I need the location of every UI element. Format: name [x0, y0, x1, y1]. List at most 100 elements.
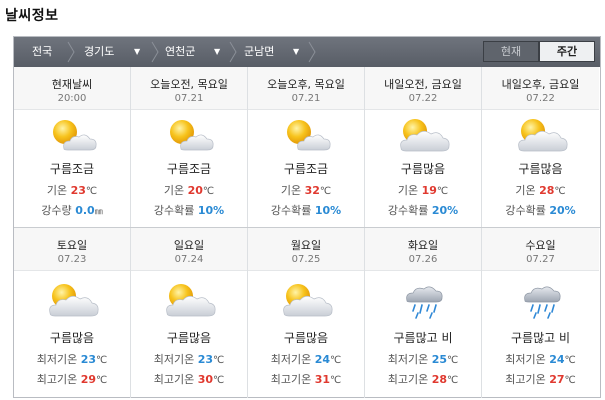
temperature-unit: ℃ — [96, 355, 108, 366]
precipitation-line: 강수확률 10% — [248, 202, 364, 218]
forecast-period-label: 일요일 — [173, 239, 205, 252]
temperature-unit: ℃ — [554, 186, 566, 197]
temperature-unit: ℃ — [330, 375, 342, 386]
mostly-cloudy-icon — [161, 280, 217, 320]
location-bar: 전국 경기도 ▼ 연천군 ▼ 군남면 ▼ 현재 주간 — [14, 37, 600, 67]
temperature-value: 19 — [421, 184, 437, 197]
temperature-unit: ℃ — [319, 186, 332, 197]
forecast-period-label: 내일오후, 금요일 — [501, 78, 580, 91]
partly-cloudy-icon — [161, 115, 217, 155]
temperature-label: 기온 — [515, 184, 536, 197]
forecast-period-label: 현재날씨 — [51, 78, 93, 91]
max-temperature-value: 30 — [197, 373, 214, 386]
forecast-date: 07.22 — [408, 93, 438, 104]
forecast-cell: 내일오후, 금요일 07.22 구름많음기온 28℃ 강수확률 20% — [482, 67, 599, 227]
forecast-cell-header: 수요일 07.27 — [482, 228, 599, 271]
temperature-label: 기온 — [163, 184, 185, 197]
temperature-line: 기온 32℃ — [248, 182, 364, 198]
temperature-line: 기온 23℃ — [14, 182, 130, 198]
chevron-down-icon[interactable]: ▼ — [293, 37, 299, 67]
min-temperature-label: 최저기온 — [36, 353, 78, 366]
breadcrumb-separator-icon — [67, 41, 75, 63]
forecast-cell: 오늘오전, 목요일 07.21 구름조금 기온 20℃ 강수확률 10% — [131, 67, 248, 227]
breadcrumb-township[interactable]: 군남면 — [244, 37, 274, 67]
max-temperature-line: 최고기온 31℃ — [248, 371, 364, 387]
mostly-cloudy-icon — [513, 115, 569, 155]
weather-description: 구름많음 — [518, 162, 563, 176]
temperature-unit: ℃ — [330, 355, 342, 366]
forecast-cell-header: 현재날씨 20:00 — [14, 67, 130, 110]
precipitation-label: 강수량 — [41, 204, 72, 217]
forecast-date: 07.22 — [526, 93, 555, 104]
max-temperature-value: 28 — [431, 373, 448, 386]
cloudy-rain-icon — [395, 280, 451, 320]
forecast-cell: 수요일 07.27 구름많고 비최저기온 24℃ 최고기온 27℃ — [482, 228, 599, 398]
temperature-unit: ℃ — [564, 355, 576, 366]
precipitation-line: 강수확률 20% — [482, 202, 599, 218]
breadcrumb-county[interactable]: 연천군 — [165, 37, 195, 67]
forecast-period-label: 수요일 — [525, 239, 556, 252]
breadcrumb-nationwide[interactable]: 전국 — [32, 37, 52, 67]
breadcrumb-separator-icon — [229, 41, 237, 63]
short-term-forecast-row: 현재날씨 20:00 구름조금기온 23℃ 강수량 0.0㎜ 오늘오전, 목요일 07.2… — [14, 67, 600, 227]
forecast-cell-header: 토요일 07.23 — [14, 228, 130, 271]
chevron-down-icon[interactable]: ▼ — [214, 37, 220, 67]
mostly-cloudy-icon — [278, 280, 334, 320]
min-temperature-line: 최저기온 24℃ — [248, 351, 364, 367]
forecast-period-label: 오늘오후, 목요일 — [267, 78, 345, 91]
forecast-cell-header: 내일오후, 금요일 07.22 — [482, 67, 599, 110]
weather-description: 구름많음 — [49, 331, 95, 345]
tab-current[interactable]: 현재 — [483, 41, 539, 62]
max-temperature-line: 최고기온 27℃ — [482, 371, 599, 387]
max-temperature-value: 27 — [549, 373, 565, 386]
weather-description: 구름많고 비 — [510, 331, 570, 345]
temperature-value: 32 — [304, 184, 320, 197]
weather-description: 구름많고 비 — [393, 331, 453, 345]
precipitation-unit: ㎜ — [94, 207, 103, 216]
weather-description: 구름많음 — [400, 162, 446, 176]
weather-description: 구름조금 — [166, 162, 212, 176]
weather-description: 구름조금 — [283, 162, 329, 176]
mostly-cloudy-icon — [44, 280, 100, 320]
min-temperature-line: 최저기온 25℃ — [365, 351, 481, 367]
temperature-label: 기온 — [397, 184, 419, 197]
weekly-forecast-row: 토요일 07.23 구름많음 최저기온 23℃ 최고기온 29℃ 일요일 07.24 구름많음… — [14, 228, 600, 398]
max-temperature-label: 최고기온 — [153, 373, 195, 386]
min-temperature-value: 24 — [549, 353, 565, 366]
weather-description: 구름많음 — [283, 331, 329, 345]
forecast-cell: 토요일 07.23 구름많음 최저기온 23℃ 최고기온 29℃ — [14, 228, 131, 398]
min-temperature-label: 최저기온 — [153, 353, 195, 366]
weather-description: 구름많음 — [166, 331, 212, 345]
precipitation-value: 0.0 — [75, 204, 95, 217]
forecast-cell: 오늘오후, 목요일 07.21 구름조금기온 32℃ 강수확률 10% — [248, 67, 365, 227]
min-temperature-label: 최저기온 — [505, 353, 546, 366]
max-temperature-line: 최고기온 28℃ — [365, 371, 481, 387]
tab-weekly[interactable]: 주간 — [539, 41, 595, 62]
forecast-date: 07.26 — [408, 254, 438, 265]
temperature-unit: ℃ — [447, 355, 459, 366]
temperature-unit: ℃ — [85, 186, 98, 197]
forecast-date: 07.23 — [57, 254, 87, 265]
precipitation-unit: % — [447, 204, 459, 217]
page-title: 날씨정보 — [5, 8, 59, 24]
precipitation-label: 강수확률 — [505, 204, 546, 217]
max-temperature-label: 최고기온 — [505, 373, 546, 386]
forecast-date: 07.21 — [291, 93, 321, 104]
chevron-down-icon[interactable]: ▼ — [134, 37, 140, 67]
forecast-cell-header: 내일오전, 금요일 07.22 — [365, 67, 481, 110]
breadcrumb-separator-icon — [308, 41, 316, 63]
breadcrumb-province[interactable]: 경기도 — [84, 37, 114, 67]
min-temperature-label: 최저기온 — [387, 353, 429, 366]
forecast-cell-header: 오늘오전, 목요일 07.21 — [131, 67, 247, 110]
temperature-unit: ℃ — [202, 186, 215, 197]
temperature-line: 기온 20℃ — [131, 182, 247, 198]
forecast-cell-header: 오늘오후, 목요일 07.21 — [248, 67, 364, 110]
breadcrumb-separator-icon — [151, 41, 159, 63]
max-temperature-value: 29 — [80, 373, 97, 386]
temperature-label: 기온 — [46, 184, 68, 197]
forecast-cell: 화요일 07.26 구름많고 비 최저기온 25℃ 최고기온 28℃ — [365, 228, 482, 398]
max-temperature-label: 최고기온 — [387, 373, 429, 386]
forecast-date: 07.27 — [526, 254, 555, 265]
temperature-line: 기온 28℃ — [482, 182, 599, 198]
mostly-cloudy-icon — [395, 115, 451, 155]
